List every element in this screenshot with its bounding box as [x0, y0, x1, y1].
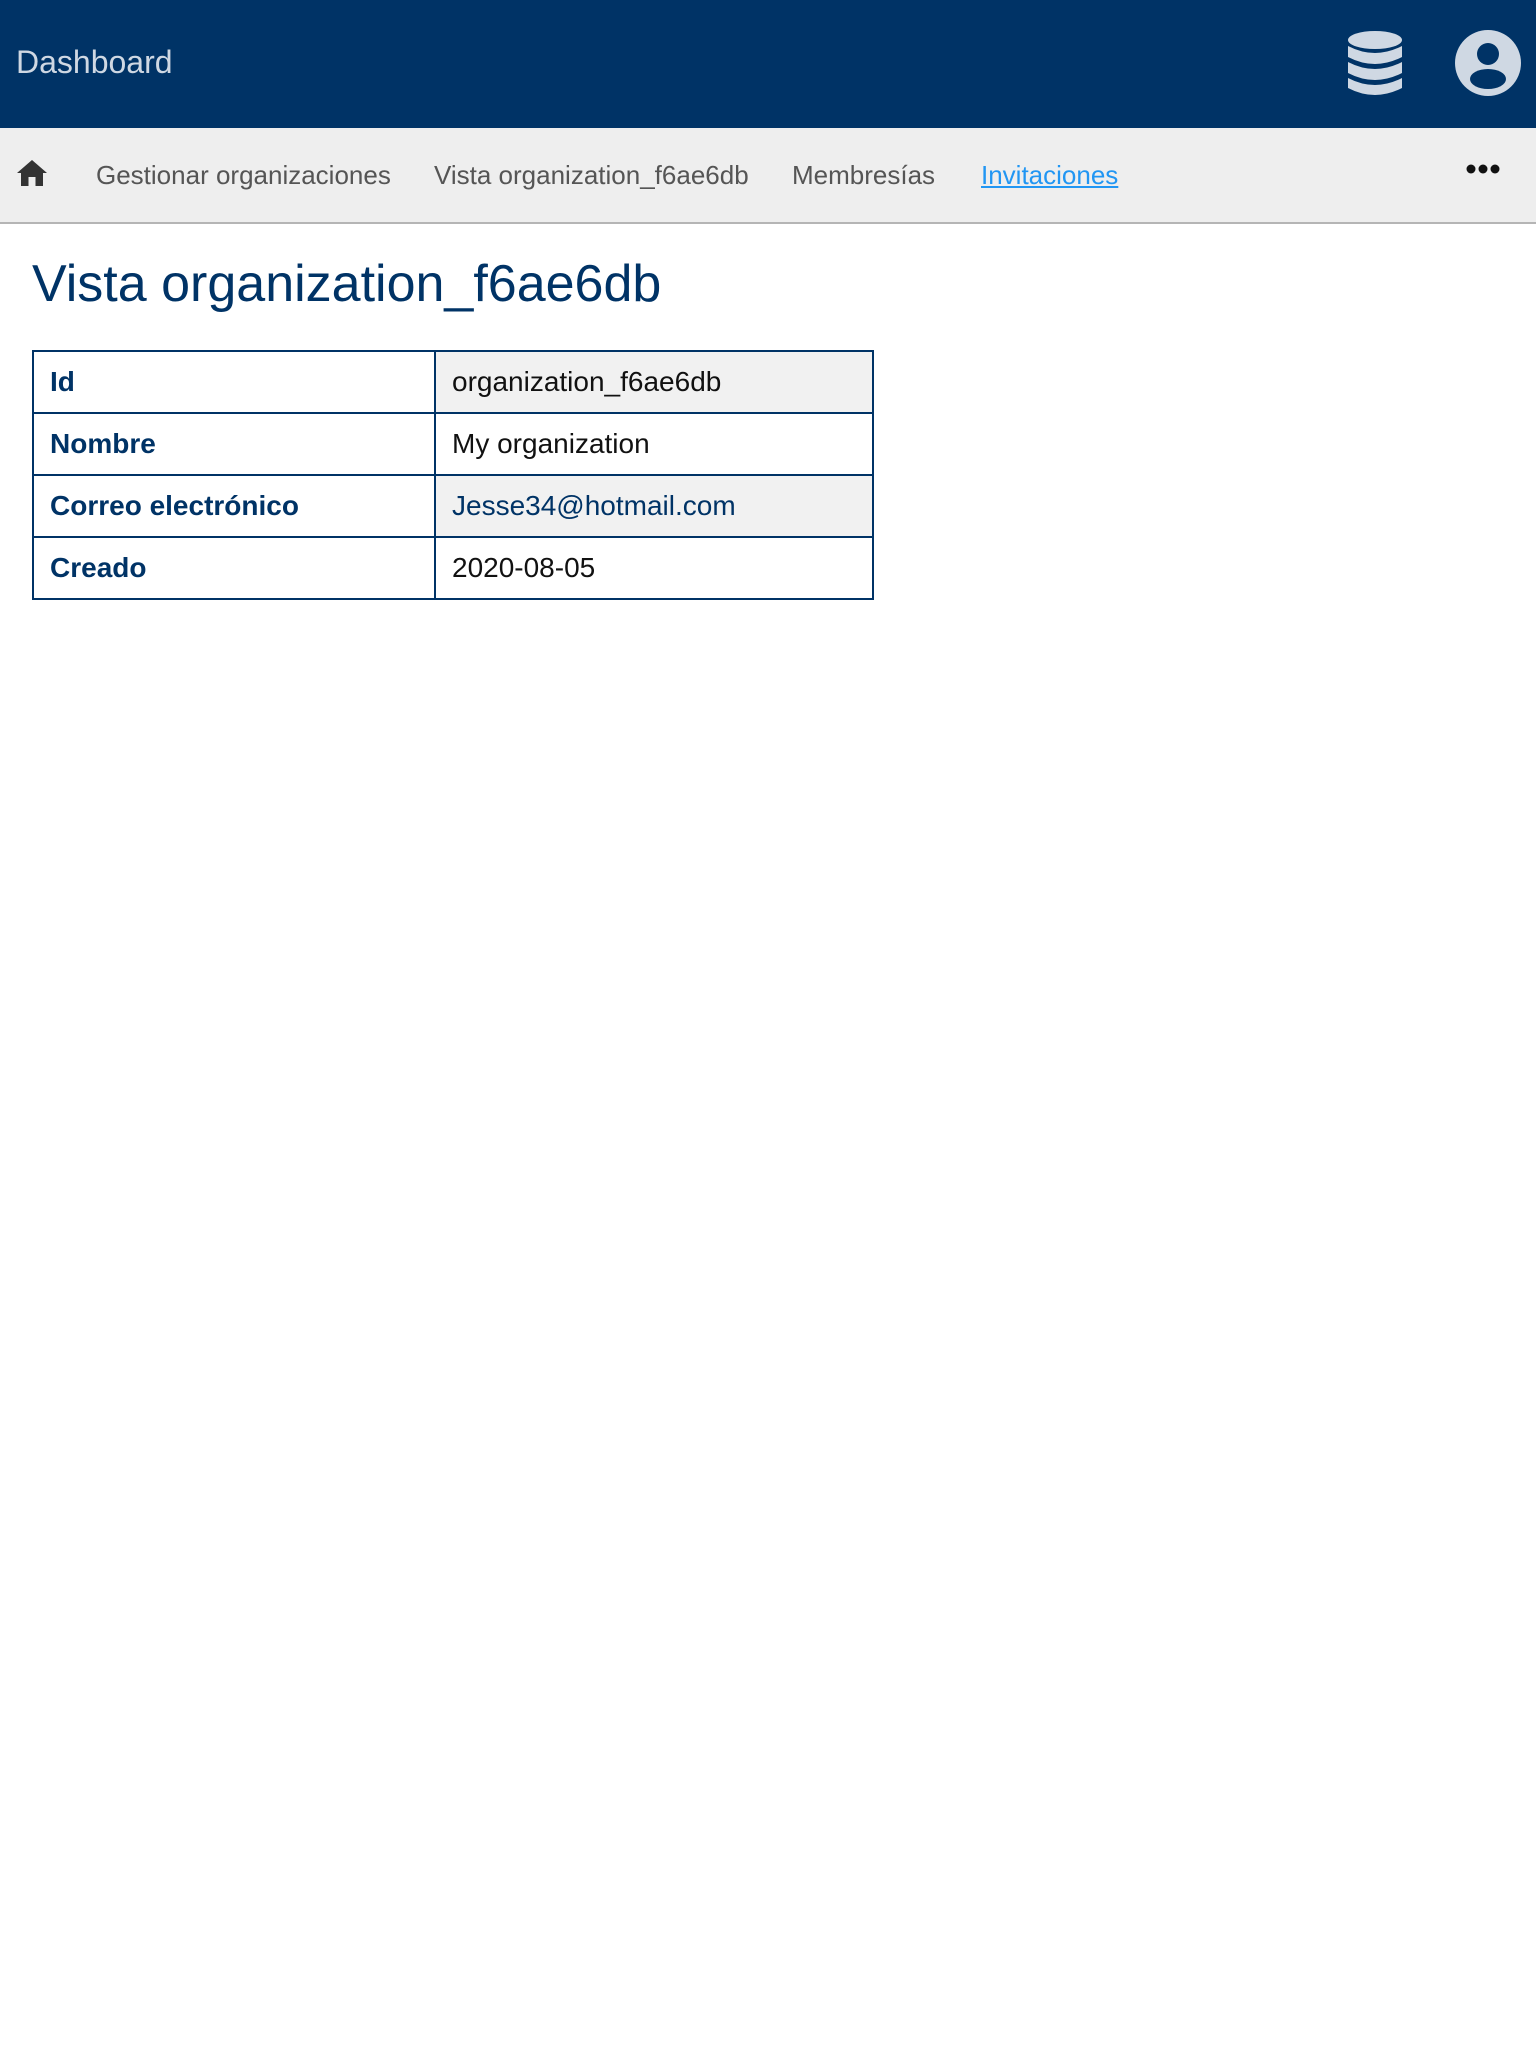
nav-item-vista-organization[interactable]: Vista organization_f6ae6db	[434, 158, 749, 192]
dashboard-link[interactable]: Dashboard	[16, 40, 173, 84]
top-header-bar: Dashboard	[0, 0, 1536, 128]
table-row: Nombre My organization	[32, 412, 874, 476]
nav-item-membresias[interactable]: Membresías	[792, 158, 935, 192]
row-value-correo: Jesse34@hotmail.com	[434, 474, 874, 538]
organization-details-table: Id organization_f6ae6db Nombre My organi…	[32, 350, 874, 600]
row-label-nombre: Nombre	[32, 412, 436, 476]
table-row: Correo electrónico Jesse34@hotmail.com	[32, 474, 874, 538]
table-row: Creado 2020-08-05	[32, 536, 874, 600]
row-value-id: organization_f6ae6db	[434, 350, 874, 414]
user-account-icon[interactable]	[1455, 30, 1521, 96]
row-label-id: Id	[32, 350, 436, 414]
row-value-creado: 2020-08-05	[434, 536, 874, 600]
home-icon[interactable]	[16, 157, 48, 189]
nav-item-invitaciones[interactable]: Invitaciones	[981, 158, 1118, 192]
table-row: Id organization_f6ae6db	[32, 350, 874, 414]
row-label-creado: Creado	[32, 536, 436, 600]
row-value-nombre: My organization	[434, 412, 874, 476]
email-link[interactable]: Jesse34@hotmail.com	[452, 490, 736, 521]
secondary-navbar: Gestionar organizaciones Vista organizat…	[0, 128, 1536, 224]
more-horizontal-icon[interactable]	[1466, 163, 1500, 175]
page-title: Vista organization_f6ae6db	[32, 255, 662, 313]
row-label-correo: Correo electrónico	[32, 474, 436, 538]
nav-item-gestionar-organizaciones[interactable]: Gestionar organizaciones	[96, 158, 391, 192]
database-icon[interactable]	[1345, 30, 1405, 98]
